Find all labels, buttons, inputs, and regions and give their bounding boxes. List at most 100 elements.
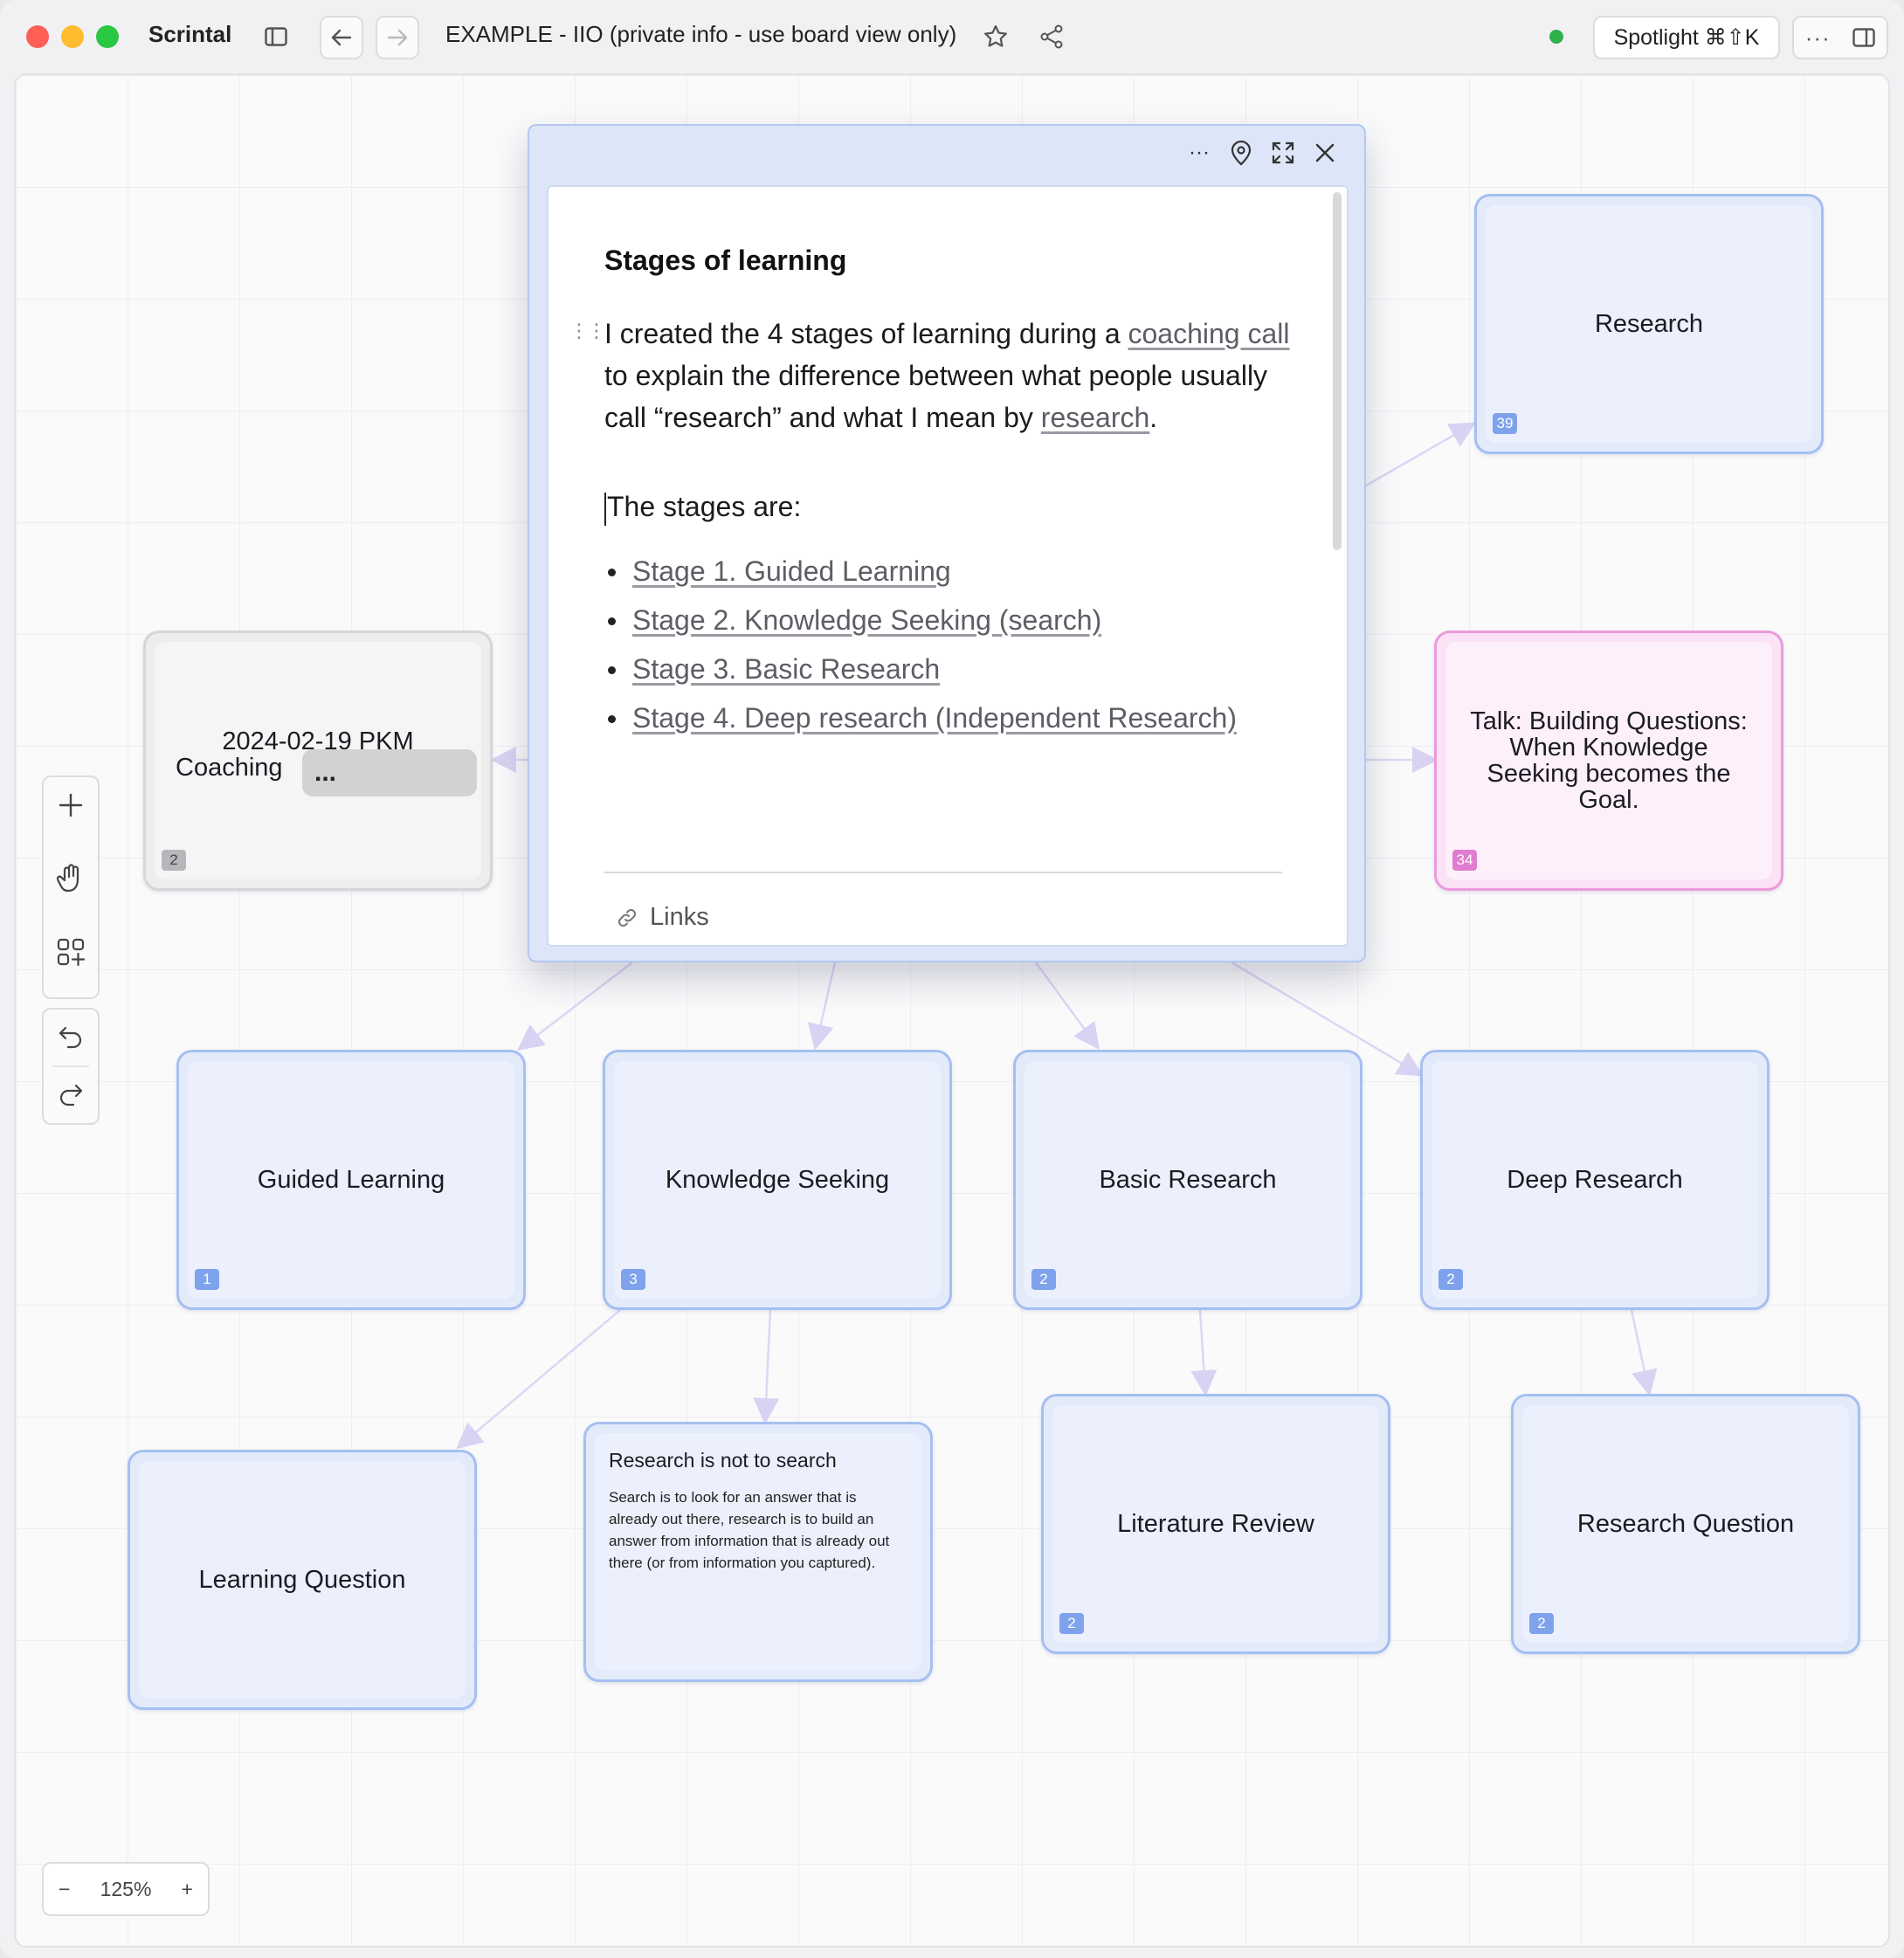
close-window-button[interactable] xyxy=(26,25,49,48)
card-body: Learning Question xyxy=(139,1461,466,1699)
star-icon[interactable] xyxy=(980,19,1011,54)
expand-icon[interactable] xyxy=(1270,140,1296,166)
card-body: Knowledge Seeking xyxy=(614,1061,941,1299)
card-body: Research is not to search Search is to l… xyxy=(595,1433,921,1671)
arrow-right-icon xyxy=(387,29,408,46)
close-icon[interactable] xyxy=(1312,140,1338,166)
card-talk[interactable]: Talk: Building Questions: When Knowledge… xyxy=(1434,631,1783,891)
stage-3-link[interactable]: Stage 3. Basic Research xyxy=(632,653,940,685)
zoom-in-button[interactable]: + xyxy=(182,1878,193,1901)
card-label: Talk: Building Questions: When Knowledge… xyxy=(1470,707,1748,814)
link-count-badge: 1 xyxy=(195,1269,219,1290)
list-item: Stage 2. Knowledge Seeking (search) xyxy=(604,596,1321,645)
right-panel-toggle-icon[interactable] xyxy=(1852,28,1875,47)
link-count-badge: 2 xyxy=(1031,1269,1056,1290)
undo-icon xyxy=(59,1026,82,1049)
redo-icon xyxy=(59,1084,83,1107)
card-research-question[interactable]: Research Question 2 xyxy=(1511,1394,1860,1654)
card-body: Research xyxy=(1486,205,1812,443)
tool-rail xyxy=(42,776,100,999)
card-label: Literature Review xyxy=(1117,1510,1314,1538)
redo-button[interactable] xyxy=(44,1067,98,1123)
list-item: Stage 1. Guided Learning xyxy=(604,547,1321,596)
undo-button[interactable] xyxy=(44,1010,98,1065)
spotlight-button[interactable]: Spotlight ⌘⇧K xyxy=(1593,16,1780,59)
plus-icon xyxy=(59,793,83,817)
app-name: Scrintal xyxy=(148,21,232,47)
document-title[interactable]: EXAMPLE - IIO (private info - use board … xyxy=(445,21,956,48)
card-overflow-tooltip: ... xyxy=(302,749,477,796)
card-label: Research Question xyxy=(1576,1510,1795,1538)
text-caret xyxy=(604,492,606,526)
intro-paragraph[interactable]: I created the 4 stages of learning durin… xyxy=(604,313,1303,438)
card-label: Basic Research xyxy=(1099,1166,1277,1194)
card-deep-research[interactable]: Deep Research 2 xyxy=(1420,1050,1769,1310)
arrow-left-icon xyxy=(331,29,352,46)
card-label: Knowledge Seeking xyxy=(665,1166,890,1194)
links-label: Links xyxy=(650,903,709,931)
card-knowledge-seeking[interactable]: Knowledge Seeking 3 xyxy=(603,1050,952,1310)
research-link[interactable]: research xyxy=(1041,402,1150,433)
stage-1-link[interactable]: Stage 1. Guided Learning xyxy=(632,555,951,587)
forward-button[interactable] xyxy=(376,16,419,59)
card-document[interactable]: Stages of learning ⋮⋮ I created the 4 st… xyxy=(547,185,1349,947)
zoom-window-button[interactable] xyxy=(96,25,119,48)
links-section-toggle[interactable]: Links xyxy=(617,903,709,932)
locate-on-board-icon[interactable] xyxy=(1228,140,1254,166)
back-button[interactable] xyxy=(320,16,363,59)
add-widget-button[interactable] xyxy=(44,924,98,980)
card-body: Talk: Building Questions: When Knowledge… xyxy=(1445,642,1772,879)
window-actions: ··· xyxy=(1792,16,1888,59)
card-research-not-search[interactable]: Research is not to search Search is to l… xyxy=(583,1422,933,1682)
sync-status-dot xyxy=(1549,30,1563,44)
card-research[interactable]: Research 39 xyxy=(1474,194,1824,454)
pan-tool-button[interactable] xyxy=(44,851,98,907)
list-item: Stage 3. Basic Research xyxy=(604,645,1321,693)
link-count-badge: 2 xyxy=(162,850,186,871)
add-card-button[interactable] xyxy=(44,777,98,833)
link-count-badge: 3 xyxy=(621,1269,645,1290)
sidebar-toggle-icon[interactable] xyxy=(259,19,293,54)
zoom-out-button[interactable]: − xyxy=(59,1878,70,1901)
coaching-call-link[interactable]: coaching call xyxy=(1128,318,1290,349)
stage-4-link[interactable]: Stage 4. Deep research (Independent Rese… xyxy=(632,702,1237,734)
list-item: Stage 4. Deep research (Independent Rese… xyxy=(604,693,1321,742)
intro-text: . xyxy=(1149,402,1158,433)
link-count-badge: 39 xyxy=(1493,413,1517,434)
card-basic-research[interactable]: Basic Research 2 xyxy=(1013,1050,1362,1310)
intro-text: to explain the difference between what p… xyxy=(604,360,1268,433)
card-editor-panel: ··· Stages of learning ⋮⋮ I created the … xyxy=(528,124,1366,962)
card-guided-learning[interactable]: Guided Learning 1 xyxy=(176,1050,526,1310)
stages-list: Stage 1. Guided Learning Stage 2. Knowle… xyxy=(604,547,1321,742)
title-bar: Scrintal EXAMPLE - IIO (private info - u… xyxy=(0,0,1904,73)
intro-text: I created the 4 stages of learning durin… xyxy=(604,318,1128,349)
link-count-badge: 2 xyxy=(1059,1613,1084,1634)
card-learning-question[interactable]: Learning Question xyxy=(128,1450,477,1710)
card-body: Deep Research xyxy=(1431,1061,1758,1299)
more-options-icon[interactable]: ··· xyxy=(1186,140,1212,166)
stage-2-link[interactable]: Stage 2. Knowledge Seeking (search) xyxy=(632,604,1101,636)
card-label: Guided Learning xyxy=(257,1166,445,1194)
stages-lead-text: The stages are: xyxy=(607,491,802,522)
document-heading[interactable]: Stages of learning xyxy=(604,245,846,277)
card-body: Guided Learning xyxy=(188,1061,514,1299)
link-count-badge: 2 xyxy=(1529,1613,1554,1634)
app-window: Scrintal EXAMPLE - IIO (private info - u… xyxy=(0,0,1904,1958)
card-label: Learning Question xyxy=(198,1566,406,1594)
stages-lead[interactable]: The stages are: xyxy=(604,486,1303,527)
card-label-line2: Coaching xyxy=(176,754,283,782)
share-icon[interactable] xyxy=(1036,19,1067,54)
minimize-window-button[interactable] xyxy=(61,25,84,48)
hand-icon xyxy=(57,864,79,893)
card-label: Deep Research xyxy=(1507,1166,1683,1194)
zoom-level[interactable]: 125% xyxy=(100,1878,152,1901)
zoom-control: − 125% + xyxy=(42,1862,210,1916)
panel-toolbar: ··· xyxy=(1186,140,1338,166)
scrollbar[interactable] xyxy=(1333,192,1342,550)
card-literature-review[interactable]: Literature Review 2 xyxy=(1041,1394,1390,1654)
drag-handle-icon[interactable]: ⋮⋮ xyxy=(569,320,606,342)
card-title: Research is not to search xyxy=(609,1449,837,1472)
more-options-icon[interactable]: ··· xyxy=(1805,24,1831,52)
card-body: Research Question xyxy=(1522,1405,1849,1643)
card-body: Literature Review xyxy=(1052,1405,1379,1643)
